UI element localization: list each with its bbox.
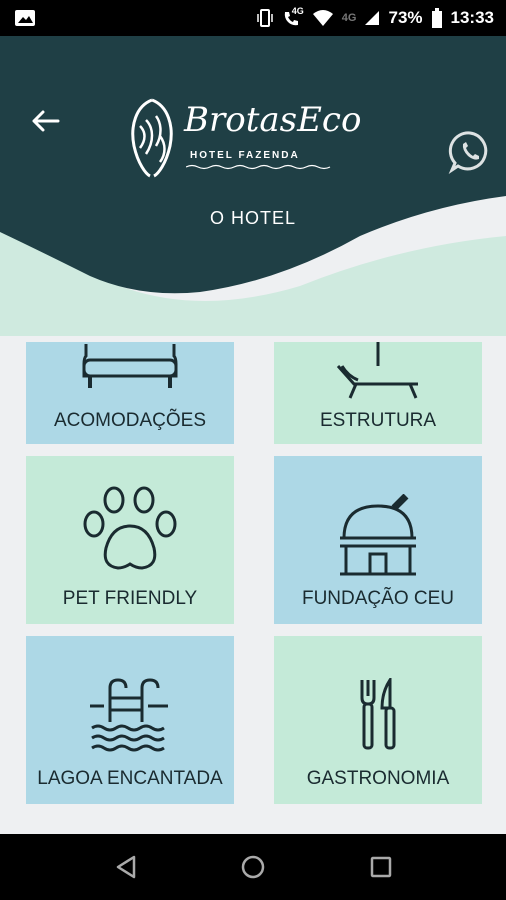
status-bar: 4G 4G 73% 13:33 — [0, 0, 506, 36]
brand-logo: BrotasEco HOTEL FAZENDA — [126, 96, 361, 180]
network-label: 4G — [291, 6, 304, 16]
observatory-icon — [340, 494, 416, 576]
battery-icon — [431, 8, 442, 28]
nav-recents-icon[interactable] — [366, 852, 396, 882]
header: BrotasEco HOTEL FAZENDA O HOTEL — [0, 36, 506, 336]
back-button[interactable] — [28, 104, 62, 138]
card-label: ESTRUTURA — [319, 410, 437, 431]
sunbed-icon — [336, 342, 418, 399]
battery-percent: 73% — [388, 8, 423, 27]
card-label: ACOMODAÇÕES — [53, 410, 207, 431]
card-label: LAGOA ENCANTADA — [37, 768, 223, 789]
fork-knife-icon — [360, 678, 396, 750]
vibrate-icon — [257, 9, 273, 27]
sofa-icon — [82, 344, 178, 388]
logo-emblem-icon — [131, 98, 173, 178]
wifi-icon — [312, 10, 333, 26]
paw-icon — [83, 486, 177, 570]
signal-icon — [365, 11, 380, 25]
android-nav-bar — [0, 834, 506, 900]
whatsapp-button[interactable] — [448, 130, 492, 174]
card-gastronomia[interactable]: GASTRONOMIA — [274, 636, 482, 804]
pool-icon — [90, 678, 168, 752]
nav-back-icon[interactable] — [112, 852, 142, 882]
card-acomodacoes[interactable]: ACOMODAÇÕES — [26, 342, 234, 444]
card-fundacao-ceu[interactable]: FUNDAÇÃO CEU — [274, 456, 482, 624]
page-title: O HOTEL — [209, 208, 296, 228]
call-4g-indicator: 4G — [282, 6, 304, 28]
card-lagoa-encantada[interactable]: LAGOA ENCANTADA — [26, 636, 234, 804]
card-pet-friendly[interactable]: PET FRIENDLY — [26, 456, 234, 624]
logo-text: BrotasEco — [184, 100, 362, 140]
card-label: FUNDAÇÃO CEU — [301, 588, 454, 609]
logo-subtitle: HOTEL FAZENDA — [190, 150, 300, 161]
card-label: PET FRIENDLY — [62, 588, 198, 609]
clock: 13:33 — [450, 8, 494, 27]
header-wave — [0, 36, 506, 336]
nav-home-icon[interactable] — [238, 852, 268, 882]
logo-underline — [186, 164, 331, 170]
card-label: GASTRONOMIA — [306, 768, 450, 789]
network-label-2: 4G — [341, 12, 357, 24]
gallery-icon — [15, 10, 35, 26]
card-estrutura[interactable]: ESTRUTURA — [274, 342, 482, 444]
